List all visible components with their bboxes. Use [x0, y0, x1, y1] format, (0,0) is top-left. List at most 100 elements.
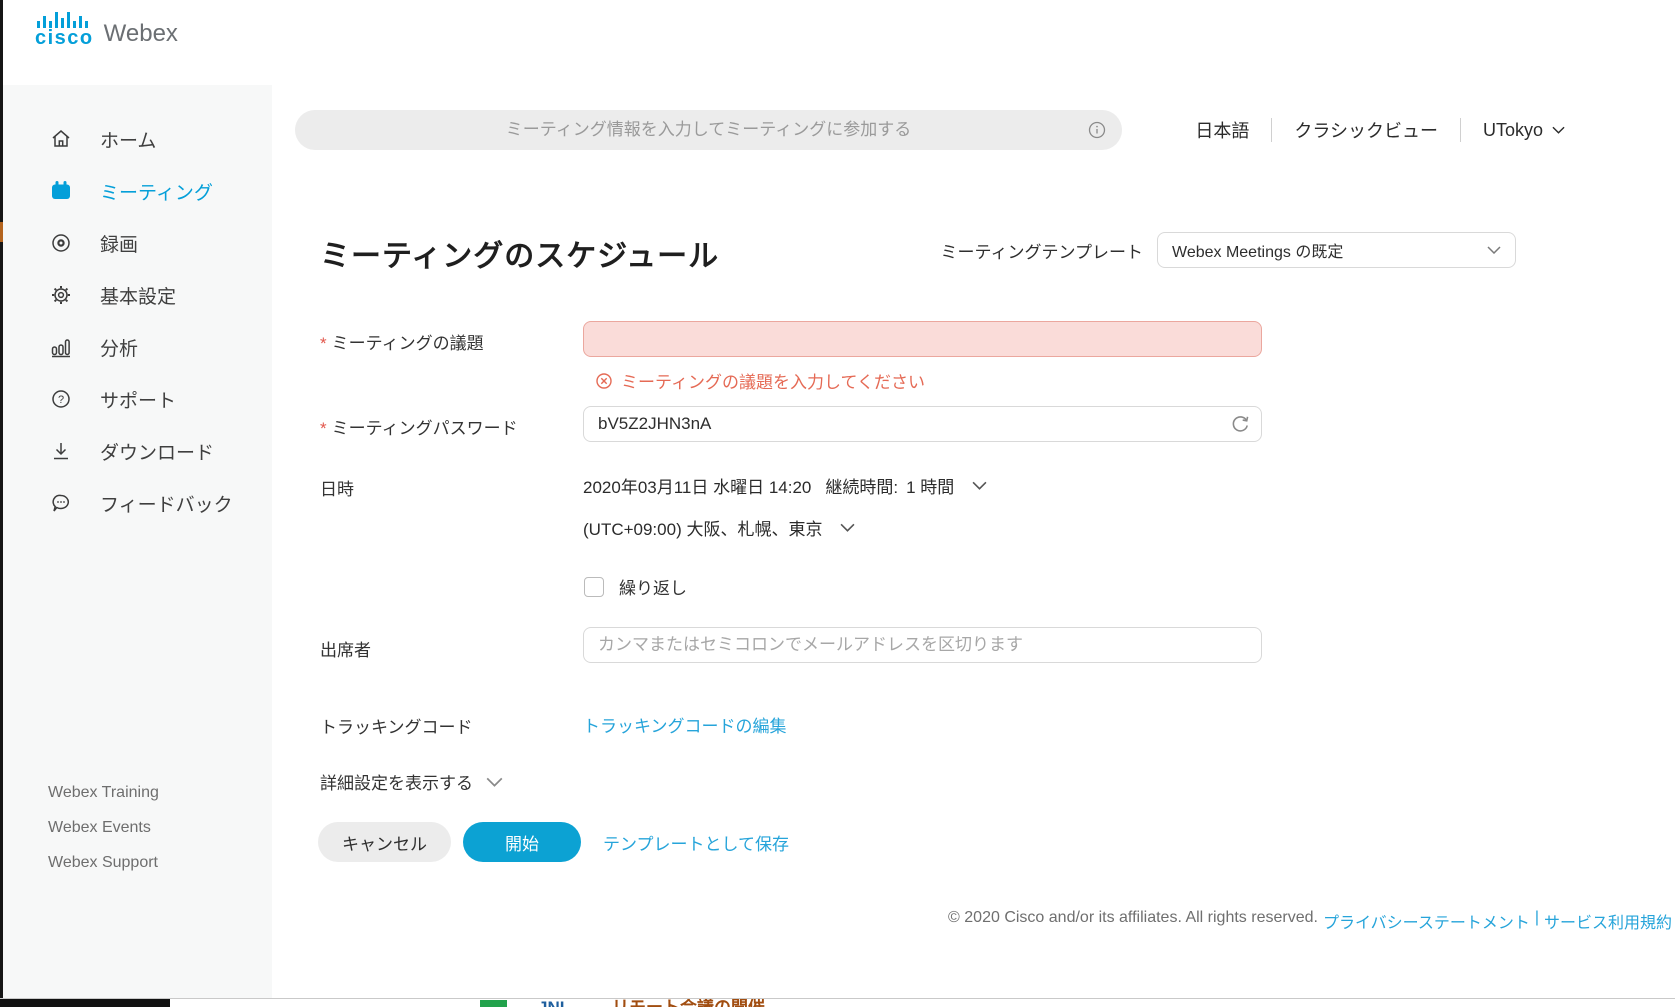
password-input[interactable] — [583, 406, 1262, 442]
sidebar-item-analytics[interactable]: 分析 — [3, 321, 272, 373]
regenerate-password-icon[interactable] — [1230, 414, 1250, 434]
screenshot-left-border — [0, 0, 3, 998]
attendees-label: 出席者 — [320, 636, 371, 661]
classic-view-link[interactable]: クラシックビュー — [1272, 117, 1460, 143]
sidebar-item-preferences[interactable]: 基本設定 — [3, 269, 272, 321]
cisco-webex-logo: cisco Webex — [35, 12, 178, 47]
recurrence-row: 繰り返し — [584, 574, 687, 599]
show-advanced-settings-toggle[interactable]: 詳細設定を表示する — [320, 769, 503, 794]
sidebar-link-webex-support[interactable]: Webex Support — [48, 845, 159, 880]
support-help-icon: ? — [48, 386, 74, 412]
recurrence-checkbox[interactable] — [584, 577, 604, 597]
search-input[interactable] — [295, 110, 1122, 150]
template-label: ミーティングテンプレート — [941, 238, 1143, 263]
sidebar-item-label: ホーム — [100, 126, 156, 153]
datetime-label: 日時 — [320, 475, 354, 500]
app-header: cisco Webex — [3, 0, 1675, 85]
privacy-statement-link[interactable]: プライバシーステートメント — [1323, 909, 1530, 933]
chevron-down-icon — [1552, 126, 1565, 134]
recordings-icon — [48, 230, 74, 256]
cisco-wordmark: cisco — [35, 29, 94, 47]
copyright-text: © 2020 Cisco and/or its affiliates. All … — [948, 909, 1318, 933]
chevron-down-icon — [486, 777, 503, 787]
language-selector[interactable]: 日本語 — [1195, 117, 1271, 143]
page-title: ミーティングのスケジュール — [320, 231, 719, 275]
sidebar-item-label: ミーティング — [100, 178, 213, 205]
datetime-selector[interactable]: 2020年03月11日 水曜日 14:20 継続時間: 1 時間 — [583, 473, 987, 498]
error-icon — [595, 372, 613, 390]
required-asterisk: * — [320, 419, 327, 438]
timezone-selector[interactable]: (UTC+09:00) 大阪、札幌、東京 — [583, 515, 855, 540]
sidebar-item-meetings[interactable]: ミーティング — [3, 165, 272, 217]
terms-of-service-link[interactable]: サービス利用規約 — [1544, 909, 1672, 933]
sidebar-link-webex-events[interactable]: Webex Events — [48, 810, 159, 845]
background-window-green-icon — [480, 1000, 507, 1007]
advanced-toggle-label: 詳細設定を表示する — [320, 769, 473, 794]
timezone-value: (UTC+09:00) 大阪、札幌、東京 — [583, 515, 822, 540]
page-footer: © 2020 Cisco and/or its affiliates. All … — [948, 909, 1672, 933]
sidebar-item-support[interactable]: ? サポート — [3, 373, 272, 425]
meetings-calendar-icon — [48, 178, 74, 204]
svg-text:?: ? — [58, 394, 64, 406]
duration-label: 継続時間: — [825, 473, 898, 498]
background-window-text-orange: リモート会議の開催 — [612, 998, 765, 1007]
sidebar-item-label: 録画 — [100, 230, 138, 257]
password-label: * ミーティングパスワード — [320, 414, 518, 439]
info-icon[interactable] — [1088, 121, 1106, 139]
chevron-down-icon — [840, 523, 855, 532]
sidebar-item-label: フィードバック — [100, 490, 233, 517]
user-menu[interactable]: UTokyo — [1461, 120, 1565, 141]
sidebar-item-label: サポート — [100, 386, 176, 413]
sidebar-item-feedback[interactable]: フィードバック — [3, 477, 272, 529]
edit-tracking-code-link[interactable]: トラッキングコードの編集 — [583, 712, 787, 737]
sidebar-item-label: ダウンロード — [100, 438, 214, 465]
background-window-dark-bar — [0, 999, 170, 1007]
sidebar-item-label: 基本設定 — [100, 282, 176, 309]
join-meeting-search — [295, 110, 1122, 150]
meeting-template-control: ミーティングテンプレート Webex Meetings の既定 — [941, 232, 1516, 268]
sidebar-footer-links: Webex Training Webex Events Webex Suppor… — [48, 775, 159, 880]
background-window-accent — [0, 222, 3, 242]
sidebar-item-recordings[interactable]: 録画 — [3, 217, 272, 269]
sidebar-item-downloads[interactable]: ダウンロード — [3, 425, 272, 477]
background-window-strip: JNL リモート会議の開催 — [0, 998, 1675, 1007]
background-window-text-blue: JNL — [538, 998, 570, 1007]
chevron-down-icon — [1487, 246, 1501, 254]
cisco-logo: cisco — [35, 12, 94, 47]
webex-scheduler-page: cisco Webex ホーム — [0, 0, 1675, 1007]
sidebar: ホーム ミーティング 録画 — [3, 85, 272, 998]
duration-value: 1 時間 — [906, 473, 954, 498]
analytics-chart-icon — [48, 334, 74, 360]
sidebar-item-home[interactable]: ホーム — [3, 113, 272, 165]
tracking-label: トラッキングコード — [320, 713, 473, 738]
webex-wordmark: Webex — [104, 21, 178, 47]
header-nav: 日本語 クラシックビュー UTokyo — [1195, 110, 1565, 150]
home-icon — [48, 126, 74, 152]
topic-label: * ミーティングの議題 — [320, 329, 484, 354]
cancel-button[interactable]: キャンセル — [318, 822, 451, 862]
preferences-gear-icon — [48, 282, 74, 308]
footer-separator: | — [1535, 909, 1539, 933]
password-field — [583, 406, 1262, 442]
action-buttons: キャンセル 開始 テンプレートとして保存 — [318, 822, 789, 862]
topic-error: ミーティングの議題を入力してください — [595, 368, 925, 393]
topic-error-text: ミーティングの議題を入力してください — [621, 368, 925, 393]
datetime-value: 2020年03月11日 水曜日 14:20 — [583, 473, 811, 498]
sidebar-item-label: 分析 — [100, 334, 138, 361]
topic-label-text: ミーティングの議題 — [332, 334, 484, 353]
start-button[interactable]: 開始 — [463, 822, 581, 862]
attendees-input[interactable] — [583, 627, 1262, 663]
sidebar-link-webex-training[interactable]: Webex Training — [48, 775, 159, 810]
chevron-down-icon — [972, 481, 987, 490]
template-selected-value: Webex Meetings の既定 — [1172, 238, 1343, 262]
password-label-text: ミーティングパスワード — [332, 419, 518, 438]
required-asterisk: * — [320, 334, 327, 353]
template-select[interactable]: Webex Meetings の既定 — [1157, 232, 1516, 268]
recurrence-label: 繰り返し — [619, 574, 687, 599]
topic-input[interactable] — [583, 321, 1262, 357]
sidebar-nav: ホーム ミーティング 録画 — [3, 85, 272, 529]
main-content: 日本語 クラシックビュー UTokyo ミーティングのスケジュール ミーティング… — [272, 85, 1675, 998]
feedback-icon — [48, 490, 74, 516]
save-as-template-link[interactable]: テンプレートとして保存 — [603, 830, 789, 855]
downloads-icon — [48, 438, 74, 464]
